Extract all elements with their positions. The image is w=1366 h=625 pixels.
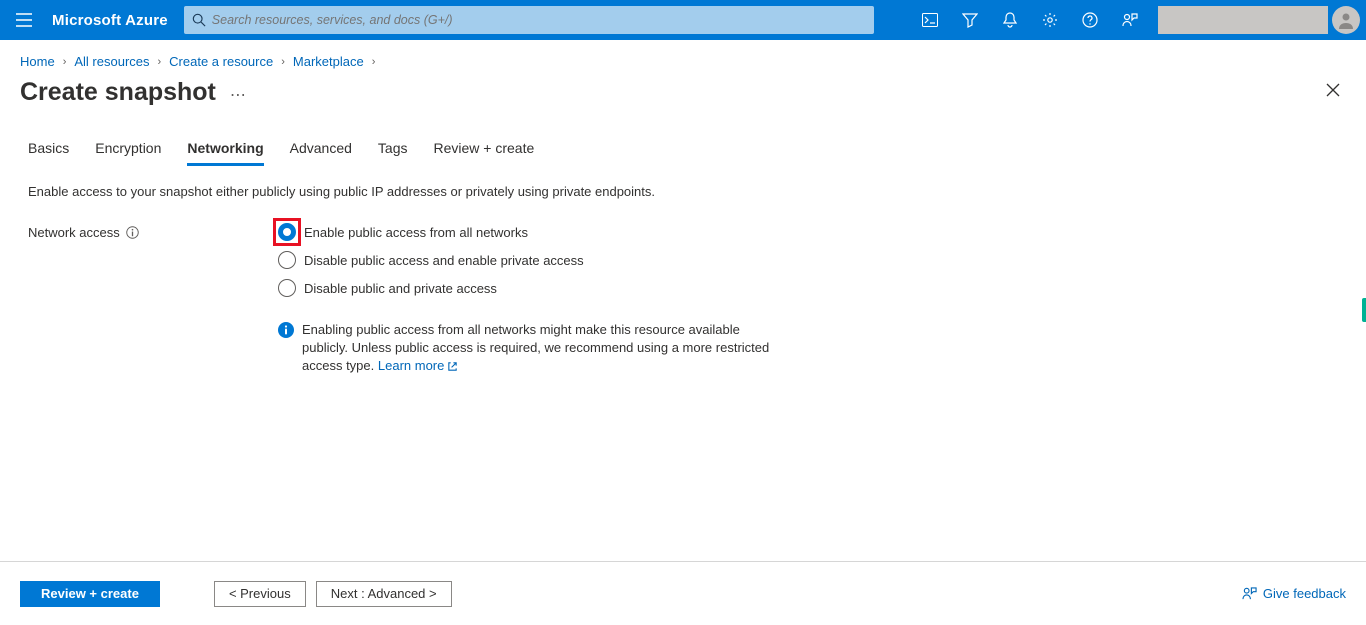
wizard-footer: Review + create < Previous Next : Advanc… [0, 561, 1366, 625]
radio-option-disable-both[interactable]: Disable public and private access [278, 279, 788, 297]
info-tooltip-button[interactable] [126, 226, 139, 239]
breadcrumb-home[interactable]: Home [20, 54, 55, 69]
filter-icon [962, 12, 978, 28]
network-access-options: Enable public access from all networks D… [278, 223, 788, 376]
avatar[interactable] [1332, 6, 1360, 34]
network-access-row: Network access Enable public access from… [28, 223, 1338, 376]
help-icon [1082, 12, 1098, 28]
give-feedback-link[interactable]: Give feedback [1242, 586, 1346, 601]
info-message: Enabling public access from all networks… [302, 322, 769, 373]
external-link-icon [447, 361, 458, 372]
intro-text: Enable access to your snapshot either pu… [28, 184, 1338, 199]
info-callout: Enabling public access from all networks… [278, 321, 788, 376]
tab-basics[interactable]: Basics [28, 132, 69, 166]
page-title: Create snapshot [20, 78, 216, 107]
chevron-right-icon: › [281, 56, 285, 68]
radio-input[interactable] [278, 251, 296, 269]
directories-button[interactable] [950, 0, 990, 40]
person-feedback-icon [1122, 12, 1138, 28]
tab-advanced[interactable]: Advanced [290, 132, 352, 166]
brand-label: Microsoft Azure [48, 12, 184, 29]
gear-icon [1042, 12, 1058, 28]
radio-input[interactable] [278, 279, 296, 297]
radio-label: Enable public access from all networks [304, 225, 528, 240]
breadcrumb-marketplace[interactable]: Marketplace [293, 54, 364, 69]
search-wrap [184, 6, 874, 34]
radio-input[interactable] [278, 223, 296, 241]
help-button[interactable] [1070, 0, 1110, 40]
radio-option-public-all[interactable]: Enable public access from all networks [278, 223, 788, 241]
close-icon [1326, 83, 1340, 97]
side-accent-tab [1362, 298, 1366, 322]
person-feedback-icon [1242, 586, 1257, 601]
notifications-button[interactable] [990, 0, 1030, 40]
feedback-button[interactable] [1110, 0, 1150, 40]
global-search[interactable] [184, 6, 874, 34]
chevron-right-icon: › [372, 56, 376, 68]
breadcrumb-all-resources[interactable]: All resources [74, 54, 149, 69]
next-button[interactable]: Next : Advanced > [316, 581, 452, 607]
give-feedback-text: Give feedback [1263, 586, 1346, 601]
radio-option-private[interactable]: Disable public access and enable private… [278, 251, 788, 269]
cloud-shell-button[interactable] [910, 0, 950, 40]
breadcrumb-create-resource[interactable]: Create a resource [169, 54, 273, 69]
breadcrumb: Home › All resources › Create a resource… [0, 40, 1366, 77]
tab-tags[interactable]: Tags [378, 132, 408, 166]
search-input[interactable] [206, 13, 866, 27]
more-actions-button[interactable]: ⋯ [230, 81, 246, 105]
learn-more-link[interactable]: Learn more [378, 357, 458, 375]
cloud-shell-icon [922, 13, 938, 27]
info-solid-icon [278, 322, 294, 338]
network-access-label: Network access [28, 223, 278, 240]
form-tabs: Basics Encryption Networking Advanced Ta… [0, 132, 1366, 166]
tab-encryption[interactable]: Encryption [95, 132, 161, 166]
settings-button[interactable] [1030, 0, 1070, 40]
learn-more-text: Learn more [378, 357, 444, 375]
previous-button[interactable]: < Previous [214, 581, 306, 607]
radio-label: Disable public access and enable private… [304, 253, 584, 268]
info-icon [126, 226, 139, 239]
chevron-right-icon: › [63, 56, 67, 68]
menu-icon [16, 13, 32, 27]
tab-content: Enable access to your snapshot either pu… [0, 170, 1366, 390]
account-info-box[interactable] [1158, 6, 1328, 34]
search-icon [192, 13, 206, 27]
tab-review-create[interactable]: Review + create [433, 132, 534, 166]
radio-label: Disable public and private access [304, 281, 497, 296]
label-text: Network access [28, 225, 120, 240]
review-create-button[interactable]: Review + create [20, 581, 160, 607]
page-header: Create snapshot ⋯ [0, 77, 1366, 132]
chevron-right-icon: › [158, 56, 162, 68]
topbar-actions [910, 0, 1366, 40]
tab-networking[interactable]: Networking [187, 132, 263, 166]
info-callout-text: Enabling public access from all networks… [302, 321, 788, 376]
hamburger-menu[interactable] [0, 0, 48, 40]
avatar-icon [1336, 10, 1356, 30]
close-button[interactable] [1320, 77, 1346, 108]
topbar: Microsoft Azure [0, 0, 1366, 40]
bell-icon [1003, 12, 1017, 28]
